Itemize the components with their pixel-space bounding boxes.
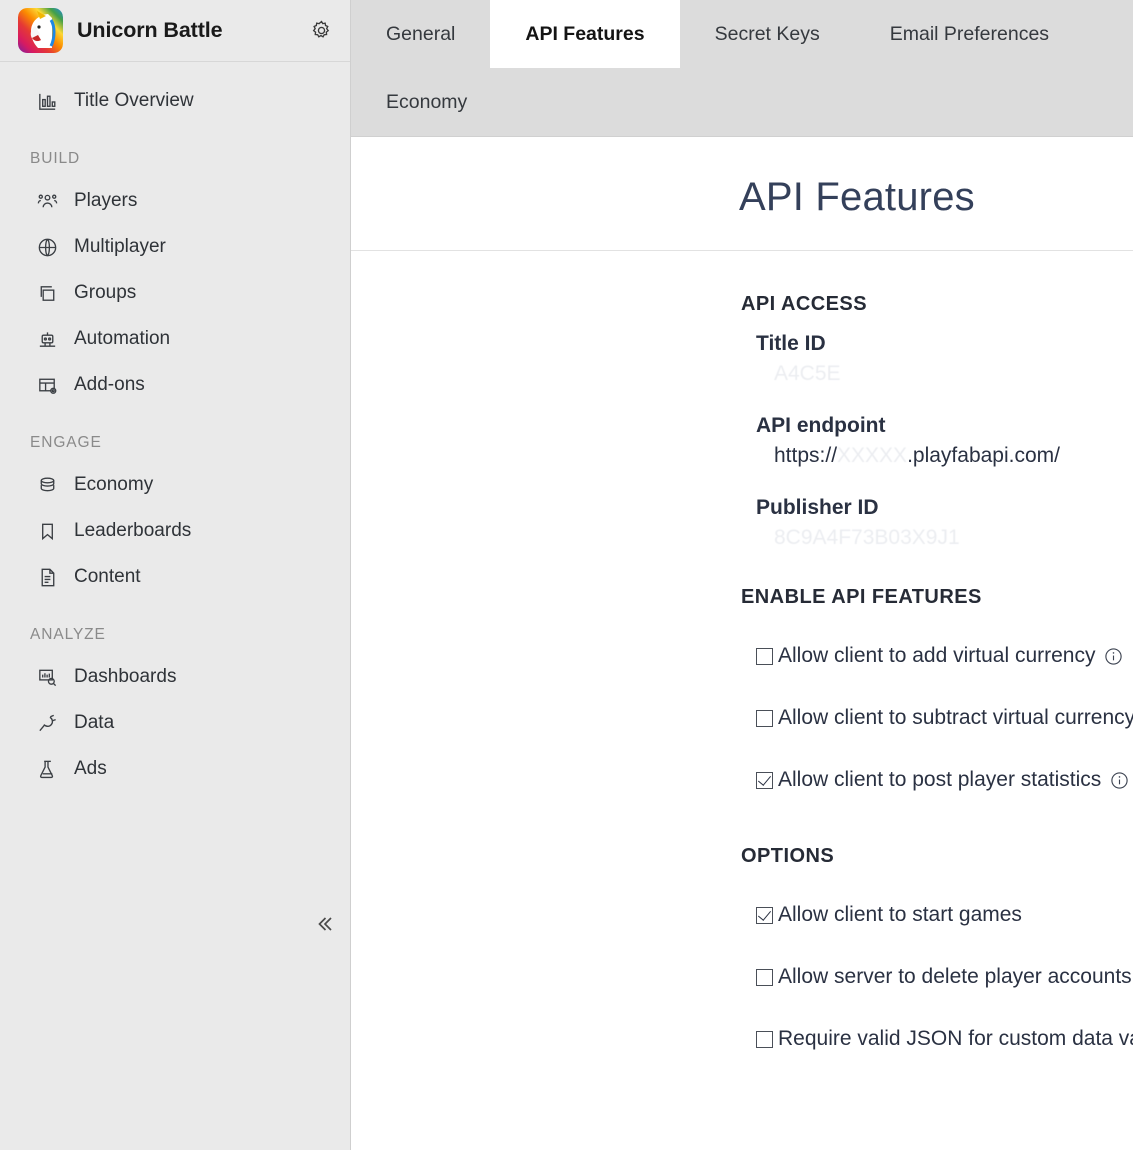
checkbox-unchecked-icon[interactable] <box>756 710 773 727</box>
sidebar-item-label: Leaderboards <box>74 520 191 542</box>
checkbox-label: Allow client to add virtual currency <box>778 644 1095 668</box>
sidebar-item-leaderboards[interactable]: Leaderboards <box>0 508 350 554</box>
sidebar-item-label: Players <box>74 190 137 212</box>
section-heading-options: OPTIONS <box>741 845 1133 868</box>
field-title-id: Title ID A4C5E <box>756 332 1133 388</box>
sidebar-item-automation[interactable]: Automation <box>0 316 350 362</box>
flask-icon <box>36 758 66 781</box>
tab-bar: General API Features Secret Keys Email P… <box>351 0 1133 137</box>
tab-general[interactable]: General <box>351 0 490 68</box>
info-icon[interactable] <box>1110 771 1129 790</box>
brand-title: Unicorn Battle <box>77 18 306 43</box>
publisher-id-value[interactable]: 8C9A4F73B03X9J1 <box>774 526 1133 552</box>
robot-icon <box>36 328 66 351</box>
app-root: Unicorn Battle Title Overview BU <box>0 0 1133 1150</box>
sidebar-item-label: Content <box>74 566 141 588</box>
checkbox-label: Allow server to delete player accounts <box>778 965 1132 989</box>
sidebar-section-analyze: ANALYZE <box>0 600 350 654</box>
page-header: API Features <box>351 137 1133 251</box>
tab-email-preferences[interactable]: Email Preferences <box>855 0 1084 68</box>
checkbox-unchecked-icon[interactable] <box>756 648 773 665</box>
title-id-value[interactable]: A4C5E <box>774 362 1133 388</box>
section-options: OPTIONS Allow client to start games Allo… <box>741 845 1133 1070</box>
field-label: API endpoint <box>756 414 1133 438</box>
sidebar-item-players[interactable]: Players <box>0 178 350 224</box>
checkbox-row-require-valid-json[interactable]: Require valid JSON for custom data value… <box>756 1008 1133 1070</box>
sidebar: Unicorn Battle Title Overview BU <box>0 0 351 1150</box>
checkbox-label: Allow client to start games <box>778 903 1022 927</box>
checkbox-label: Allow client to subtract virtual currenc… <box>778 706 1133 730</box>
checkbox-row-post-player-statistics[interactable]: Allow client to post player statistics <box>756 749 1133 811</box>
tab-api-features[interactable]: API Features <box>490 0 679 68</box>
section-enable-api-features: ENABLE API FEATURES Allow client to add … <box>741 586 1133 811</box>
copy-stack-icon <box>36 282 66 305</box>
redacted-subdomain: XXXXX <box>837 444 907 468</box>
section-heading-api-access: API ACCESS <box>741 293 1133 316</box>
sidebar-item-label: Ads <box>74 758 107 780</box>
tab-economy[interactable]: Economy <box>351 68 502 136</box>
api-endpoint-value[interactable]: https://XXXXX.playfabapi.com/ <box>774 444 1133 470</box>
globe-icon <box>36 236 66 259</box>
unicorn-logo <box>18 8 63 53</box>
sidebar-item-label: Groups <box>74 282 136 304</box>
field-label: Publisher ID <box>756 496 1133 520</box>
page-title: API Features <box>739 175 1133 220</box>
sidebar-item-label: Economy <box>74 474 153 496</box>
sidebar-item-dashboards[interactable]: Dashboards <box>0 654 350 700</box>
sidebar-item-add-ons[interactable]: Add-ons <box>0 362 350 408</box>
info-icon[interactable] <box>1104 647 1123 666</box>
main-content: General API Features Secret Keys Email P… <box>351 0 1133 1150</box>
sidebar-item-ads[interactable]: Ads <box>0 746 350 792</box>
people-icon <box>36 190 66 213</box>
endpoint-suffix: .playfabapi.com/ <box>907 444 1060 467</box>
plug-icon <box>36 712 66 735</box>
bookmark-icon <box>36 520 66 543</box>
bar-chart-icon <box>36 90 66 113</box>
content-body: API ACCESS Title ID A4C5E API endpoint h… <box>351 251 1133 1070</box>
field-label: Title ID <box>756 332 1133 356</box>
document-icon <box>36 566 66 589</box>
sidebar-item-groups[interactable]: Groups <box>0 270 350 316</box>
sidebar-section-build: BUILD <box>0 124 350 178</box>
sidebar-item-label: Data <box>74 712 114 734</box>
sidebar-nav: Title Overview BUILD Players <box>0 62 350 792</box>
sidebar-section-engage: ENGAGE <box>0 408 350 462</box>
gear-icon[interactable] <box>306 16 336 46</box>
field-api-endpoint: API endpoint https://XXXXX.playfabapi.co… <box>756 414 1133 470</box>
sidebar-item-label: Dashboards <box>74 666 176 688</box>
section-heading-enable-api-features: ENABLE API FEATURES <box>741 586 1133 609</box>
field-publisher-id: Publisher ID 8C9A4F73B03X9J1 <box>756 496 1133 552</box>
checkbox-row-subtract-virtual-currency[interactable]: Allow client to subtract virtual currenc… <box>756 687 1133 749</box>
sidebar-item-multiplayer[interactable]: Multiplayer <box>0 224 350 270</box>
checkbox-row-delete-player-accounts[interactable]: Allow server to delete player accounts <box>756 946 1133 1008</box>
checkbox-row-start-games[interactable]: Allow client to start games <box>756 884 1133 946</box>
chevron-double-left-icon[interactable] <box>308 908 340 940</box>
sidebar-item-label: Multiplayer <box>74 236 166 258</box>
checkbox-row-add-virtual-currency[interactable]: Allow client to add virtual currency <box>756 625 1133 687</box>
checkbox-label: Require valid JSON for custom data value… <box>778 1027 1133 1051</box>
sidebar-item-data[interactable]: Data <box>0 700 350 746</box>
sidebar-item-label: Add-ons <box>74 374 145 396</box>
brand-header: Unicorn Battle <box>0 0 350 62</box>
sidebar-item-content[interactable]: Content <box>0 554 350 600</box>
checkbox-label: Allow client to post player statistics <box>778 768 1101 792</box>
redacted-value: 8C9A4F73B03X9J1 <box>774 526 960 550</box>
checkbox-unchecked-icon[interactable] <box>756 1031 773 1048</box>
sidebar-item-label: Automation <box>74 328 170 350</box>
coins-stack-icon <box>36 474 66 497</box>
redacted-value: A4C5E <box>774 362 841 386</box>
checkbox-checked-icon[interactable] <box>756 907 773 924</box>
checkbox-checked-icon[interactable] <box>756 772 773 789</box>
sidebar-item-label: Title Overview <box>74 90 194 112</box>
chart-search-icon <box>36 666 66 689</box>
checkbox-unchecked-icon[interactable] <box>756 969 773 986</box>
table-gear-icon <box>36 374 66 397</box>
tab-secret-keys[interactable]: Secret Keys <box>680 0 855 68</box>
endpoint-prefix: https:// <box>774 444 837 467</box>
sidebar-item-economy[interactable]: Economy <box>0 462 350 508</box>
sidebar-item-title-overview[interactable]: Title Overview <box>0 78 350 124</box>
